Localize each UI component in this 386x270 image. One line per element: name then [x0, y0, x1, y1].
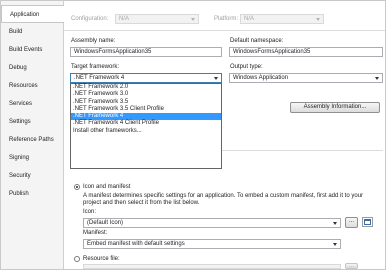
platform-select[interactable]: N/A: [240, 14, 324, 24]
sidebar-item-publish[interactable]: Publish: [1, 185, 63, 203]
resource-file-browse-button-label: ...: [348, 263, 354, 269]
resource-file-field[interactable]: [83, 264, 341, 269]
default-namespace-label: Default namespace:: [230, 38, 284, 44]
sidebar-item-services[interactable]: Services: [1, 95, 63, 113]
sidebar-item-label: Resources: [9, 83, 38, 89]
application-icon-preview: [362, 217, 373, 227]
chevron-down-icon: [333, 243, 337, 246]
sidebar-item-settings[interactable]: Settings: [1, 113, 63, 131]
chevron-down-icon: [375, 77, 379, 80]
sidebar-item-label: Build: [9, 29, 23, 35]
icon-browse-button-label: ...: [348, 218, 354, 224]
icon-manifest-label: Icon and manifest: [83, 184, 131, 190]
output-type-value: Windows Application: [233, 75, 289, 81]
sidebar-item-build[interactable]: Build: [1, 23, 63, 41]
framework-option-selected[interactable]: .NET Framework 4: [71, 113, 221, 121]
assembly-information-button[interactable]: Assembly Information...: [290, 102, 380, 113]
sidebar-item-label: Security: [9, 173, 31, 179]
chevron-down-icon: [214, 77, 218, 80]
window-icon: [364, 219, 371, 225]
sidebar-item-label: Publish: [9, 191, 29, 197]
framework-option[interactable]: .NET Framework 4 Client Profile: [71, 120, 221, 127]
chevron-down-icon: [333, 222, 337, 225]
sidebar-item-label: Signing: [9, 155, 30, 161]
resource-file-radio[interactable]: [74, 256, 80, 262]
output-type-label: Output type:: [230, 64, 263, 70]
sidebar-item-signing[interactable]: Signing: [1, 149, 63, 167]
sidebar-item-label: Debug: [9, 65, 27, 71]
manifest-select[interactable]: Embed manifest with default settings: [83, 239, 341, 249]
sidebar-item-application[interactable]: Application: [1, 5, 64, 23]
resource-file-label: Resource file:: [83, 256, 120, 262]
assembly-name-field[interactable]: WindowsFormsApplication35: [70, 47, 222, 57]
sidebar-item-build-events[interactable]: Build Events: [1, 41, 63, 59]
sidebar-item-label: Build Events: [9, 47, 43, 53]
default-namespace-field[interactable]: WindowsFormsApplication35: [229, 47, 383, 57]
sidebar-item-reference-paths[interactable]: Reference Paths: [1, 131, 63, 149]
sidebar-item-label: Reference Paths: [9, 137, 54, 143]
icon-label: Icon:: [83, 209, 97, 215]
manifest-value: Embed manifest with default settings: [87, 241, 185, 247]
icon-manifest-radio[interactable]: [74, 184, 80, 190]
assembly-information-button-label: Assembly Information...: [303, 104, 367, 110]
framework-option[interactable]: .NET Framework 2.0: [71, 84, 221, 91]
configuration-select[interactable]: N/A: [115, 14, 199, 24]
icon-value: (Default Icon): [87, 220, 124, 226]
platform-label: Platform:: [214, 16, 239, 22]
window-icon-titlebar: [365, 220, 370, 221]
manifest-description: A manifest determines specific settings …: [83, 193, 364, 206]
sidebar-item-debug[interactable]: Debug: [1, 59, 63, 77]
chevron-down-icon: [191, 18, 195, 21]
manifest-label: Manifest:: [83, 230, 108, 236]
sidebar: Application Build Build Events Debug Res…: [1, 1, 64, 269]
target-framework-dropdown-list: .NET Framework 2.0 .NET Framework 3.0 .N…: [70, 83, 222, 169]
sidebar-item-label: Application: [10, 12, 40, 18]
target-framework-label: Target framework:: [71, 64, 120, 70]
chevron-down-icon: [316, 18, 320, 21]
target-framework-select[interactable]: .NET Framework 4: [70, 73, 222, 83]
default-namespace-value: WindowsFormsApplication35: [233, 49, 311, 55]
sidebar-item-label: Settings: [9, 119, 31, 125]
framework-option[interactable]: .NET Framework 3.0: [71, 91, 221, 98]
icon-select[interactable]: (Default Icon): [83, 218, 341, 228]
platform-value: N/A: [244, 16, 255, 22]
output-type-select[interactable]: Windows Application: [229, 73, 383, 83]
sidebar-item-label: Services: [9, 101, 33, 107]
assembly-name-label: Assembly name:: [71, 38, 116, 44]
configuration-value: N/A: [119, 16, 130, 22]
resource-file-browse-button[interactable]: ...: [345, 263, 358, 269]
framework-option[interactable]: .NET Framework 3.5: [71, 99, 221, 106]
icon-browse-button[interactable]: ...: [345, 217, 358, 228]
toolbar-divider: [64, 30, 385, 31]
sidebar-item-resources[interactable]: Resources: [1, 77, 63, 95]
target-framework-value: .NET Framework 4: [74, 75, 125, 81]
configuration-label: Configuration:: [71, 16, 109, 22]
install-other-frameworks-option[interactable]: Install other frameworks...: [71, 128, 221, 135]
assembly-name-value: WindowsFormsApplication35: [74, 49, 152, 55]
framework-option[interactable]: .NET Framework 3.5 Client Profile: [71, 106, 221, 113]
sidebar-item-security[interactable]: Security: [1, 167, 63, 185]
